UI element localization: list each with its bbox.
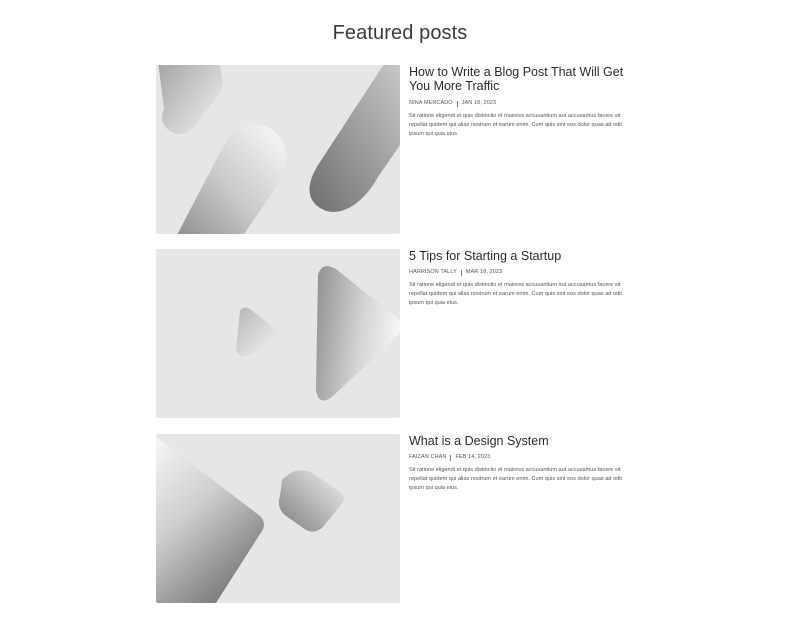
post-author: HARRISON TALLY: [409, 269, 457, 275]
post-thumbnail[interactable]: [156, 65, 400, 234]
post-title[interactable]: What is a Design System: [409, 434, 647, 448]
post-card: What is a Design System FAIZAN CHAN FEB …: [156, 434, 646, 603]
post-author: FAIZAN CHAN: [409, 454, 447, 460]
post-title[interactable]: How to Write a Blog Post That Will Get Y…: [409, 65, 647, 93]
post-body: 5 Tips for Starting a Startup HARRISON T…: [409, 249, 647, 314]
post-meta: FAIZAN CHAN FEB 14, 2023: [409, 454, 647, 461]
meta-divider: [456, 100, 458, 107]
abstract-triangles-illustration: [156, 249, 400, 418]
post-excerpt: Sit ratione eligendi et quis distinctio …: [409, 113, 622, 137]
abstract-pills-illustration: [156, 65, 400, 234]
post-thumbnail[interactable]: [156, 434, 400, 603]
post-body: How to Write a Blog Post That Will Get Y…: [409, 65, 647, 145]
post-date: JAN 18, 2023: [461, 100, 497, 106]
post-excerpt: Sit ratione eligendi et quis distinctio …: [409, 282, 622, 306]
post-author: NINA MERCADO: [409, 100, 453, 106]
post-body: What is a Design System FAIZAN CHAN FEB …: [409, 434, 647, 499]
meta-divider: [460, 269, 462, 276]
section-title: Featured posts: [332, 22, 468, 44]
meta-divider: [450, 454, 452, 461]
post-title[interactable]: 5 Tips for Starting a Startup: [409, 249, 647, 263]
post-card: How to Write a Blog Post That Will Get Y…: [156, 65, 646, 234]
post-excerpt: Sit ratione eligendi et quis distinctio …: [409, 467, 622, 491]
post-card: 5 Tips for Starting a Startup HARRISON T…: [156, 249, 646, 418]
post-meta: HARRISON TALLY MAR 18, 2023: [409, 269, 647, 276]
post-meta: NINA MERCADO JAN 18, 2023: [409, 100, 647, 107]
post-thumbnail[interactable]: [156, 249, 400, 418]
post-date: MAR 18, 2023: [465, 269, 503, 275]
featured-posts-page: Featured posts How to Write a Blog Post …: [0, 0, 800, 628]
post-date: FEB 14, 2023: [455, 454, 491, 460]
abstract-squares-illustration: [156, 434, 400, 603]
